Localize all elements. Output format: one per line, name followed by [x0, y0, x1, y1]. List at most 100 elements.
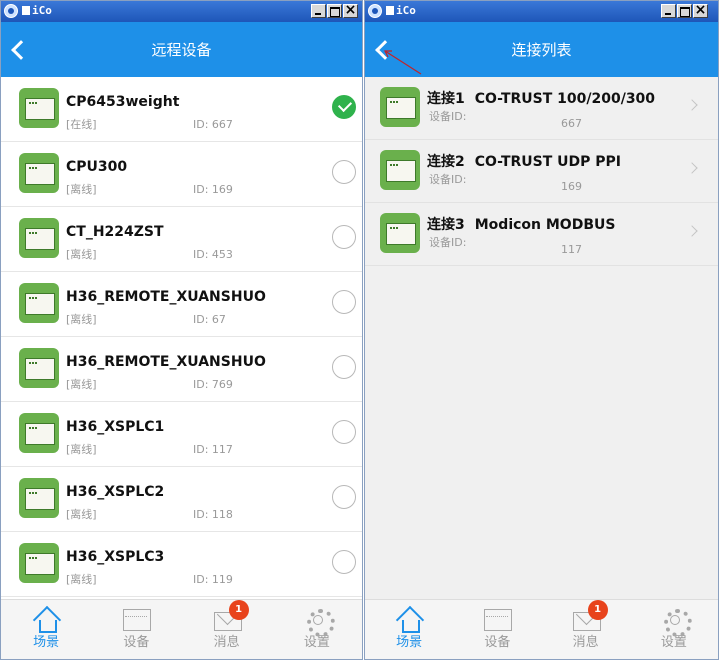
window-titlebar[interactable]: iCo	[365, 1, 718, 22]
device-list-item[interactable]: H36_REMOTE_XUANSHUO [离线] ID: 769	[1, 337, 362, 402]
select-radio-button[interactable]	[332, 485, 356, 509]
plc-device-icon	[19, 348, 59, 388]
tab-mail[interactable]: 1 消息	[542, 600, 630, 659]
plc-device-icon	[19, 478, 59, 518]
device-name: CPU300	[66, 159, 128, 175]
device-status: [离线]	[66, 183, 97, 196]
plc-device-icon	[19, 218, 59, 258]
chevron-right-icon[interactable]	[686, 162, 698, 174]
tab-gear[interactable]: 设置	[630, 600, 718, 659]
device-list-item[interactable]: H36_XSPLC3 [离线] ID: 119	[1, 532, 362, 597]
window-titlebar[interactable]: iCo	[1, 1, 362, 22]
tab-device[interactable]: 设备	[91, 600, 181, 659]
device-list-item[interactable]: CP6453weight [在线] ID: 667	[1, 77, 362, 142]
chevron-right-icon[interactable]	[686, 99, 698, 111]
plc-device-icon	[19, 153, 59, 193]
device-name: CP6453weight	[66, 94, 180, 110]
select-radio-button[interactable]	[332, 160, 356, 184]
connection-name: CO-TRUST UDP PPI	[474, 154, 621, 170]
close-button[interactable]	[343, 2, 358, 18]
tab-mail[interactable]: 1 消息	[182, 600, 272, 659]
tab-label: 场景	[33, 635, 60, 650]
tab-label: 消息	[213, 635, 240, 650]
connection-number: 连接1	[427, 91, 465, 107]
select-radio-button[interactable]	[332, 355, 356, 379]
maximize-button[interactable]	[327, 4, 342, 18]
gear-icon	[659, 606, 692, 637]
connection-title: 连接3 Modicon MODBUS	[427, 216, 615, 234]
tab-label: 设备	[484, 635, 511, 650]
connection-number: 连接2	[427, 154, 465, 170]
device-list-item[interactable]: CPU300 [离线] ID: 169	[1, 142, 362, 207]
home-icon	[394, 606, 424, 633]
device-id-value: 117	[561, 243, 582, 256]
minimize-button[interactable]	[311, 4, 326, 18]
maximize-button[interactable]	[677, 4, 692, 18]
device-name: H36_REMOTE_XUANSHUO	[66, 289, 266, 305]
device-id-label: 设备ID:	[429, 110, 467, 123]
device-name: H36_XSPLC1	[66, 419, 165, 435]
connection-name: Modicon MODBUS	[474, 217, 616, 233]
close-button[interactable]	[693, 2, 708, 18]
device-list-item[interactable]: H36_XSPLC2 [离线] ID: 118	[1, 467, 362, 532]
device-icon	[121, 606, 152, 632]
device-status: [离线]	[66, 443, 97, 456]
window-title-text: iCo	[32, 4, 52, 17]
tab-label: 设备	[123, 635, 150, 650]
notification-badge: 1	[587, 600, 608, 620]
window-title-text: iCo	[396, 4, 416, 17]
device-id-value: 169	[561, 180, 582, 193]
device-name: H36_REMOTE_XUANSHUO	[66, 354, 266, 370]
left-app-window: iCo 远程设备 CP6453weight [在线] ID: 667 CPU300 [离…	[0, 0, 363, 660]
device-id: ID: 67	[193, 313, 226, 326]
device-id: ID: 117	[193, 443, 233, 456]
bottom-tab-bar: 场景 设备 1 消息 设置	[1, 599, 362, 659]
annotation-arrow-icon	[384, 50, 422, 75]
app-header: 远程设备	[1, 22, 362, 77]
tab-home[interactable]: 场景	[1, 600, 91, 659]
connection-list: 连接1 CO-TRUST 100/200/300 设备ID: 667 连接2 CO-TRU…	[365, 77, 718, 266]
connection-list-item[interactable]: 连接1 CO-TRUST 100/200/300 设备ID: 667	[365, 77, 718, 140]
device-list-item[interactable]: CT_H224ZST [离线] ID: 453	[1, 207, 362, 272]
tab-gear[interactable]: 设置	[272, 600, 362, 659]
tab-label: 设置	[660, 635, 687, 650]
select-radio-button[interactable]	[332, 290, 356, 314]
app-logo-icon	[368, 4, 382, 18]
tab-device[interactable]: 设备	[453, 600, 541, 659]
notification-badge: 1	[228, 600, 249, 620]
minimize-button[interactable]	[661, 4, 676, 18]
window-title: iCo	[386, 4, 416, 18]
window-controls	[661, 2, 708, 18]
connection-list-item[interactable]: 连接3 Modicon MODBUS 设备ID: 117	[365, 203, 718, 266]
device-list-item[interactable]: H36_XSPLC1 [离线] ID: 117	[1, 402, 362, 467]
connection-list-item[interactable]: 连接2 CO-TRUST UDP PPI 设备ID: 169	[365, 140, 718, 203]
selected-check-icon[interactable]	[332, 95, 356, 119]
plc-device-icon	[19, 543, 59, 583]
window-controls	[311, 2, 358, 18]
device-id: ID: 169	[193, 183, 233, 196]
select-radio-button[interactable]	[332, 420, 356, 444]
connection-name: CO-TRUST 100/200/300	[474, 91, 656, 107]
device-id: ID: 453	[193, 248, 233, 261]
device-icon	[482, 606, 513, 632]
device-name: CT_H224ZST	[66, 224, 164, 240]
device-status: [离线]	[66, 573, 97, 586]
select-radio-button[interactable]	[332, 550, 356, 574]
chevron-right-icon[interactable]	[686, 225, 698, 237]
tab-label: 场景	[396, 635, 423, 650]
device-list-item[interactable]: H36_REMOTE_XUANSHUO [离线] ID: 67	[1, 272, 362, 337]
select-radio-button[interactable]	[332, 225, 356, 249]
tab-home[interactable]: 场景	[365, 600, 453, 659]
device-list: CP6453weight [在线] ID: 667 CPU300 [离线] ID: 169…	[1, 77, 362, 597]
device-status: [离线]	[66, 378, 97, 391]
tab-label: 消息	[572, 635, 599, 650]
home-icon	[31, 606, 61, 633]
device-id: ID: 769	[193, 378, 233, 391]
plc-device-icon	[19, 413, 59, 453]
plc-device-icon	[380, 213, 420, 253]
device-status: [离线]	[66, 248, 97, 261]
window-title: iCo	[22, 4, 52, 18]
device-id-label: 设备ID:	[429, 173, 467, 186]
plc-device-icon	[19, 283, 59, 323]
plc-device-icon	[19, 88, 59, 128]
